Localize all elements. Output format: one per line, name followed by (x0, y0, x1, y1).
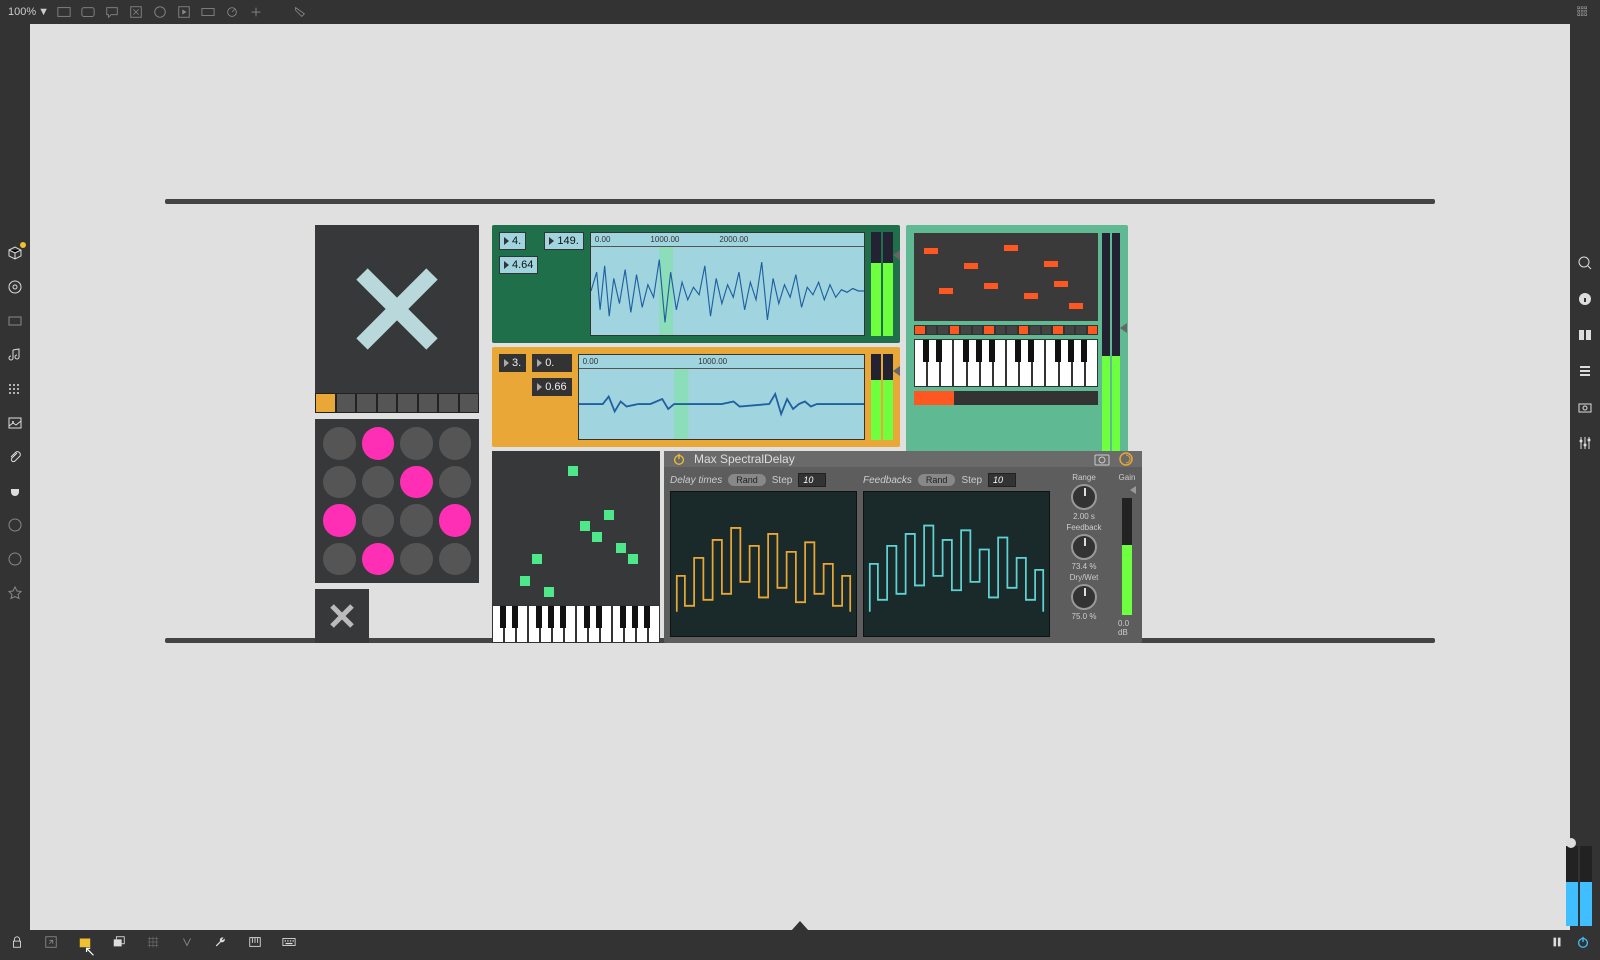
note-grid[interactable] (914, 233, 1098, 321)
canvas-handle-icon[interactable] (791, 921, 809, 930)
lock-icon[interactable] (8, 933, 26, 951)
drywet-knob[interactable] (1071, 584, 1097, 610)
toggle-icon[interactable] (151, 3, 169, 21)
top-toolbar: 100% ▼ (0, 0, 1600, 24)
delay-controls: Delay times Rand Step 10 (670, 473, 857, 487)
divider-top (165, 199, 1435, 204)
delay-plot[interactable] (670, 491, 857, 637)
paint-icon[interactable] (291, 3, 309, 21)
keyboard-icon[interactable] (280, 933, 298, 951)
info-icon[interactable] (1576, 290, 1594, 308)
plugin-title: Max SpectralDelay (694, 452, 795, 466)
b-icon[interactable] (6, 550, 24, 568)
attach-icon[interactable] (6, 448, 24, 466)
spectral-delay-plugin: Max SpectralDelay Delay times Rand Step … (664, 451, 1142, 643)
keyboard-small[interactable] (492, 605, 660, 643)
zoom-value: 100% (8, 6, 36, 18)
waveform-green[interactable]: 0.001000.002000.00 (590, 232, 865, 336)
gain-meter: Gain 0.0 dB (1118, 473, 1136, 637)
power-main-icon[interactable] (1574, 933, 1592, 951)
swirl-icon[interactable] (1118, 451, 1134, 467)
meter-orange-l (871, 354, 881, 440)
star-icon[interactable] (6, 584, 24, 602)
meter-orange-r (883, 354, 893, 440)
search-icon[interactable] (1576, 254, 1594, 272)
comment-icon[interactable] (103, 3, 121, 21)
object-box-icon[interactable] (55, 3, 73, 21)
grid-icon[interactable] (1574, 3, 1592, 21)
number-icon[interactable] (199, 3, 217, 21)
meter-midi-r (1112, 233, 1120, 457)
matrix-icon[interactable] (6, 380, 24, 398)
feedback-knob[interactable] (1071, 534, 1097, 560)
camera-icon[interactable] (1094, 452, 1110, 466)
midi-panel (906, 225, 1128, 465)
close-box-icon[interactable] (127, 3, 145, 21)
meter-midi-l (1102, 233, 1110, 457)
meter-green-l (871, 232, 881, 336)
meter-green-r (883, 232, 893, 336)
step-input-feedback[interactable]: 10 (988, 473, 1016, 487)
sliders-icon[interactable] (1576, 434, 1594, 452)
sample-player-green: 4. 4.64 149. 201. 0.001000.002000.00 (492, 225, 900, 343)
image-icon[interactable] (6, 414, 24, 432)
feedback-plot[interactable] (863, 491, 1050, 637)
numbox-g4[interactable]: 4.64 (499, 256, 538, 274)
message-box-icon[interactable] (79, 3, 97, 21)
presentation-icon[interactable]: ↖ (76, 933, 94, 951)
sample-player-orange: 3. 0. 0.66 50. 0.001000.00 (492, 347, 900, 447)
columns-icon[interactable] (1576, 326, 1594, 344)
snap-icon[interactable] (178, 933, 196, 951)
waveform-orange[interactable]: 0.001000.00 (578, 354, 865, 440)
snapshot-icon[interactable] (1576, 398, 1594, 416)
pause-icon[interactable] (1548, 933, 1566, 951)
rand-button-delay[interactable]: Rand (728, 474, 766, 486)
left-rail (0, 24, 30, 930)
numbox-g2[interactable]: 149. (544, 232, 583, 250)
p-icon[interactable] (6, 516, 24, 534)
numbox-o2[interactable]: 0. (532, 354, 571, 372)
target-icon[interactable] (6, 278, 24, 296)
wrench-icon[interactable] (212, 933, 230, 951)
master-volume-handle[interactable] (1566, 838, 1576, 848)
dial-icon[interactable] (223, 3, 241, 21)
right-rail (1570, 24, 1600, 930)
toggle-large[interactable] (315, 225, 479, 393)
numbox-o4[interactable]: 0.66 (532, 378, 571, 396)
package-icon[interactable] (6, 244, 24, 262)
arrow-out-icon[interactable] (42, 933, 60, 951)
numbox-o1[interactable]: 3. (499, 354, 526, 372)
plugin-header: Max SpectralDelay (664, 451, 1142, 467)
piano-icon[interactable] (246, 933, 264, 951)
master-vu (1566, 846, 1592, 928)
numbox-g1[interactable]: 4. (499, 232, 526, 250)
bottom-toolbar: ↖ (0, 930, 1600, 954)
container-icon[interactable] (6, 312, 24, 330)
feedback-controls: Feedbacks Rand Step 10 (863, 473, 1050, 487)
grid-toggle-icon[interactable] (144, 933, 162, 951)
rand-button-feedback[interactable]: Rand (918, 474, 956, 486)
note-icon[interactable] (6, 346, 24, 364)
step-input-delay[interactable]: 10 (798, 473, 826, 487)
velocity-row[interactable] (914, 325, 1098, 335)
tab-selector[interactable] (315, 393, 479, 413)
range-knob[interactable] (1071, 484, 1097, 510)
plus-icon[interactable] (247, 3, 265, 21)
step-sequencer[interactable] (492, 451, 660, 643)
matrix-control[interactable] (315, 419, 479, 583)
power-icon[interactable] (672, 452, 686, 466)
progress-bar[interactable] (914, 391, 1098, 405)
bang-icon[interactable] (175, 3, 193, 21)
layers-icon[interactable] (110, 933, 128, 951)
zoom-selector[interactable]: 100% ▼ (8, 6, 49, 18)
toggle-small[interactable] (315, 589, 369, 643)
plug-icon[interactable] (6, 482, 24, 500)
list-icon[interactable] (1576, 362, 1594, 380)
patcher-canvas[interactable]: 4. 4.64 149. 201. 0.001000.002000.00 (30, 24, 1570, 930)
zoom-arrow-icon: ▼ (38, 6, 49, 18)
knob-column: Range 2.00 s Feedback 73.4 % Dry/Wet 75.… (1056, 473, 1112, 637)
keyboard-medium[interactable] (914, 339, 1098, 387)
